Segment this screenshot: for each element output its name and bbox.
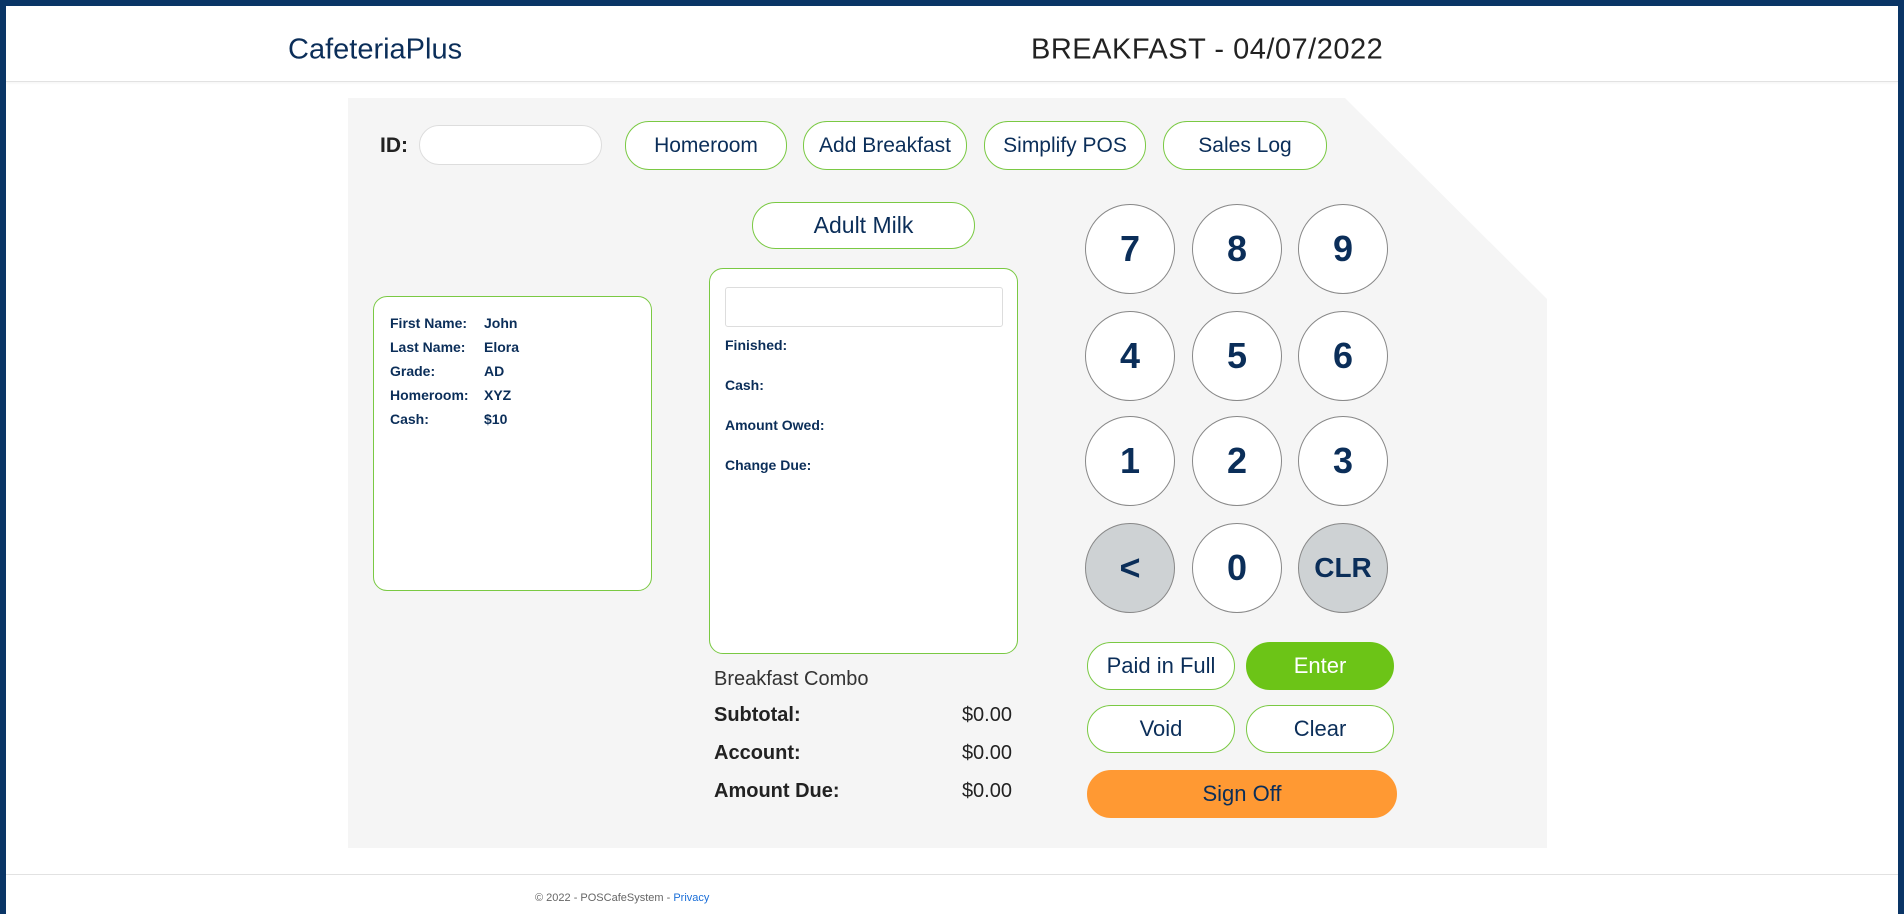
amount-due-value: $0.00 bbox=[961, 780, 1012, 802]
add-breakfast-button[interactable]: Add Breakfast bbox=[803, 121, 967, 170]
enter-button[interactable]: Enter bbox=[1246, 642, 1394, 690]
backspace-key[interactable]: < bbox=[1085, 523, 1175, 613]
field-value: $10 bbox=[484, 411, 508, 427]
transaction-card: Finished: Cash: Amount Owed: Change Due: bbox=[709, 268, 1018, 654]
keypad-7[interactable]: 7 bbox=[1085, 204, 1175, 294]
field-value: Elora bbox=[484, 339, 520, 355]
student-row: First Name: John bbox=[390, 315, 635, 339]
keypad-5[interactable]: 5 bbox=[1192, 311, 1282, 401]
keypad-3[interactable]: 3 bbox=[1298, 416, 1388, 506]
page-title: BREAKFAST - 04/07/2022 bbox=[1031, 33, 1384, 66]
field-value: John bbox=[484, 315, 518, 331]
transaction-input[interactable] bbox=[725, 287, 1003, 327]
cash-label: Cash: bbox=[725, 377, 764, 393]
keypad-6[interactable]: 6 bbox=[1298, 311, 1388, 401]
clear-entry-key[interactable]: CLR bbox=[1298, 523, 1388, 613]
keypad-2[interactable]: 2 bbox=[1192, 416, 1282, 506]
adult-milk-button[interactable]: Adult Milk bbox=[752, 202, 975, 249]
homeroom-button[interactable]: Homeroom bbox=[625, 121, 787, 170]
keypad-8[interactable]: 8 bbox=[1192, 204, 1282, 294]
field-label: Grade: bbox=[390, 363, 436, 379]
privacy-link[interactable]: Privacy bbox=[673, 892, 709, 904]
order-item: Breakfast Combo bbox=[714, 668, 869, 690]
student-row: Grade: AD bbox=[390, 363, 635, 387]
id-input[interactable] bbox=[419, 125, 602, 165]
student-row: Last Name: Elora bbox=[390, 339, 635, 363]
amount-due-label: Amount Due: bbox=[714, 780, 840, 802]
field-label: Homeroom: bbox=[390, 387, 469, 403]
account-value: $0.00 bbox=[961, 742, 1012, 764]
keypad-1[interactable]: 1 bbox=[1085, 416, 1175, 506]
footer-text: © 2022 - POSCafeSystem - Privacy bbox=[535, 892, 709, 904]
sign-off-button[interactable]: Sign Off bbox=[1087, 770, 1397, 818]
field-value: XYZ bbox=[484, 387, 512, 403]
sales-log-button[interactable]: Sales Log bbox=[1163, 121, 1327, 170]
brand-title[interactable]: CafeteriaPlus bbox=[288, 34, 462, 67]
account-row: Account: $0.00 bbox=[714, 742, 1012, 765]
student-row: Cash: $10 bbox=[390, 411, 635, 435]
void-button[interactable]: Void bbox=[1087, 705, 1235, 753]
app-header: CafeteriaPlus BREAKFAST - 04/07/2022 bbox=[6, 6, 1898, 82]
keypad-4[interactable]: 4 bbox=[1085, 311, 1175, 401]
simplify-pos-button[interactable]: Simplify POS bbox=[984, 121, 1146, 170]
keypad-9[interactable]: 9 bbox=[1298, 204, 1388, 294]
field-label: Last Name: bbox=[390, 339, 466, 355]
paid-in-full-button[interactable]: Paid in Full bbox=[1087, 642, 1235, 690]
clear-button[interactable]: Clear bbox=[1246, 705, 1394, 753]
subtotal-label: Subtotal: bbox=[714, 704, 801, 726]
student-info-card: First Name: John Last Name: Elora Grade: AD… bbox=[373, 296, 652, 591]
amount-owed-label: Amount Owed: bbox=[725, 417, 825, 433]
footer bbox=[6, 874, 1898, 914]
change-due-label: Change Due: bbox=[725, 457, 812, 473]
account-label: Account: bbox=[714, 742, 801, 764]
finished-label: Finished: bbox=[725, 337, 788, 353]
student-row: Homeroom: XYZ bbox=[390, 387, 635, 411]
amount-due-row: Amount Due: $0.00 bbox=[714, 780, 1012, 803]
id-label: ID: bbox=[380, 134, 408, 157]
copyright: © 2022 - POSCafeSystem - bbox=[535, 892, 674, 904]
field-label: Cash: bbox=[390, 411, 429, 427]
field-value: AD bbox=[484, 363, 505, 379]
subtotal-row: Subtotal: $0.00 bbox=[714, 704, 1012, 727]
keypad-0[interactable]: 0 bbox=[1192, 523, 1282, 613]
field-label: First Name: bbox=[390, 315, 468, 331]
subtotal-value: $0.00 bbox=[961, 704, 1012, 726]
